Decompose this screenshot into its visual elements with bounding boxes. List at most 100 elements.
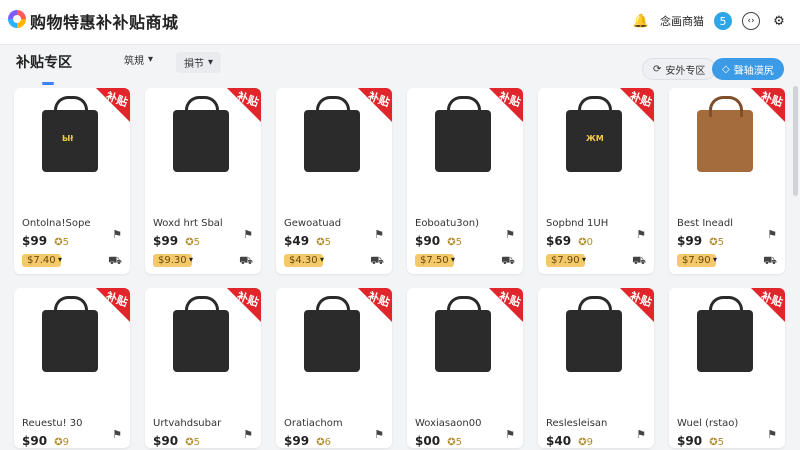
coin-icon: ✪9	[54, 437, 70, 448]
product-tag: Ыł	[62, 134, 74, 143]
product-name[interactable]: Reslesleisan	[546, 418, 607, 429]
product-name[interactable]: Best Ineadl	[677, 218, 733, 229]
price-value: $99	[284, 434, 310, 448]
chevron-down-icon[interactable]: ▾	[451, 255, 455, 264]
chevron-down-icon[interactable]: ▾	[713, 255, 717, 264]
refresh-icon: ⟳	[653, 63, 662, 75]
toolbar: 补贴专区 筑規 ▾ 損节 ▾ ⟳ 安外专区 ◇ 聲轴漠尻	[0, 44, 800, 86]
subsidy-price-badge: $7.90	[677, 254, 716, 267]
chevron-down-icon: ▾	[148, 54, 154, 65]
coin-icon: ✪5	[54, 237, 70, 248]
settings-icon[interactable]: ⚙	[770, 12, 788, 30]
product-image[interactable]: Ыł	[42, 96, 98, 172]
product-name[interactable]: Woxd hrt Sbal	[153, 218, 223, 229]
product-image[interactable]	[435, 296, 491, 372]
product-image[interactable]	[697, 96, 753, 172]
bell-icon[interactable]: 🔔	[632, 12, 650, 30]
scrollbar[interactable]	[793, 86, 798, 196]
share-icon[interactable]: ⚑	[243, 428, 253, 441]
coin-icon: ✪5	[316, 237, 332, 248]
cart-icon[interactable]: ⛟	[239, 254, 253, 269]
section-title: 补贴专区	[16, 55, 72, 71]
product-card[interactable]: 补贴 Ыł Ontolna!Sope $99 ✪5 ⚑ $7.40 ▾ ⛟	[14, 88, 130, 274]
share-icon[interactable]: ⚑	[505, 228, 515, 241]
product-name[interactable]: Gewoatuad	[284, 218, 341, 229]
product-price: $49 ✪5	[284, 234, 331, 248]
coin-icon: ✪5	[185, 237, 201, 248]
product-card[interactable]: 补贴 ЖΜ Sopbnd 1UH $69 ✪0 ⚑ $7.90 ▾ ⛟	[538, 88, 654, 274]
product-name[interactable]: Eoboatu3on)	[415, 218, 479, 229]
price-value: $90	[22, 434, 48, 448]
product-price: $00 ✪5	[415, 434, 462, 448]
product-card[interactable]: 补贴 Eoboatu3on) $90 ✪5 ⚑ $7.50 ▾ ⛟	[407, 88, 523, 274]
product-name[interactable]: Reuestu! 30	[22, 418, 83, 429]
price-value: $00	[415, 434, 441, 448]
share-icon[interactable]: ⚑	[636, 428, 646, 441]
cart-icon[interactable]: ⛟	[370, 254, 384, 269]
product-image[interactable]	[304, 96, 360, 172]
product-card[interactable]: 补贴 Reslesleisan $40 ✪9 ⚑	[538, 288, 654, 448]
app-title: 购物特惠补补贴商城	[30, 13, 179, 32]
product-card[interactable]: 补贴 Wuel (rstao) $90 ✪5 ⚑	[669, 288, 785, 448]
product-image[interactable]: ЖΜ	[566, 96, 622, 172]
header-action-label[interactable]: 念画商猫	[660, 13, 704, 29]
cart-icon[interactable]: ⛟	[501, 254, 515, 269]
cart-icon[interactable]: ⛟	[763, 254, 777, 269]
product-name[interactable]: Wuel (rstao)	[677, 418, 738, 429]
product-name[interactable]: Sopbnd 1UH	[546, 218, 608, 229]
product-image[interactable]	[304, 296, 360, 372]
share-icon[interactable]: ⚑	[636, 228, 646, 241]
product-name[interactable]: Oratiachom	[284, 418, 343, 429]
product-name[interactable]: Ontolna!Sope	[22, 218, 90, 229]
cart-icon[interactable]: ⛟	[108, 254, 122, 269]
share-icon[interactable]: ⚑	[767, 428, 777, 441]
share-icon[interactable]: ⚑	[374, 228, 384, 241]
coin-value: 5	[455, 237, 463, 248]
share-icon[interactable]: ⚑	[112, 428, 122, 441]
share-icon[interactable]: ⚑	[505, 428, 515, 441]
filter-1-label: 筑規	[124, 56, 144, 67]
price-value: $90	[153, 434, 179, 448]
share-icon[interactable]: ⚑	[112, 228, 122, 241]
coin-value: 0	[586, 237, 594, 248]
header-actions: 🔔 念画商猫 5 ‹› ⚙	[632, 12, 788, 30]
primary-button[interactable]: ◇ 聲轴漠尻	[712, 58, 784, 80]
product-image[interactable]	[566, 296, 622, 372]
product-card[interactable]: 补贴 Woxd hrt Sbal $99 ✪5 ⚑ $9.30 ▾ ⛟	[145, 88, 261, 274]
ribbon-label: 补贴	[759, 89, 785, 110]
share-icon[interactable]: ⚑	[767, 228, 777, 241]
zone-button[interactable]: ⟳ 安外专区	[642, 58, 717, 80]
coin-value: 5	[193, 437, 201, 448]
filter-dropdown-1[interactable]: 筑規 ▾	[124, 52, 153, 67]
product-card[interactable]: 补贴 Best Ineadl $99 ✪5 ⚑ $7.90 ▾ ⛟	[669, 88, 785, 274]
coin-icon: ✪5	[447, 237, 463, 248]
chevron-down-icon[interactable]: ▾	[58, 255, 62, 264]
product-card[interactable]: 补贴 Woxiasaon00 $00 ✪5 ⚑	[407, 288, 523, 448]
product-card[interactable]: 补贴 Gewoatuad $49 ✪5 ⚑ $4.30 ▾ ⛟	[276, 88, 392, 274]
product-card[interactable]: 补贴 Oratiachom $99 ✪6 ⚑	[276, 288, 392, 448]
coin-icon: ✪6	[316, 437, 332, 448]
chevron-down-icon[interactable]: ▾	[189, 255, 193, 264]
share-icon[interactable]: ⚑	[374, 428, 384, 441]
product-image[interactable]	[173, 296, 229, 372]
share-icon[interactable]: ⚑	[243, 228, 253, 241]
filter-2-label: 損节	[184, 59, 204, 70]
product-image[interactable]	[697, 296, 753, 372]
ribbon-label: 补贴	[497, 89, 523, 110]
product-card[interactable]: 补贴 Reuestu! 30 $90 ✪9 ⚑	[14, 288, 130, 448]
notification-badge[interactable]: 5	[714, 12, 732, 30]
chevron-down-icon[interactable]: ▾	[320, 255, 324, 264]
product-name[interactable]: Woxiasaon00	[415, 418, 481, 429]
product-image[interactable]	[42, 296, 98, 372]
ribbon-label: 补贴	[235, 289, 261, 310]
chevron-down-icon[interactable]: ▾	[582, 255, 586, 264]
product-name[interactable]: Urtvahdsubar	[153, 418, 221, 429]
product-image[interactable]	[435, 96, 491, 172]
product-image[interactable]	[173, 96, 229, 172]
expand-icon[interactable]: ‹›	[742, 12, 760, 30]
filter-dropdown-2[interactable]: 損节 ▾	[176, 52, 222, 73]
cart-icon[interactable]: ⛟	[632, 254, 646, 269]
product-price: $99 ✪6	[284, 434, 331, 448]
product-card[interactable]: 补贴 Urtvahdsubar $90 ✪5 ⚑	[145, 288, 261, 448]
ribbon-label: 补贴	[497, 289, 523, 310]
